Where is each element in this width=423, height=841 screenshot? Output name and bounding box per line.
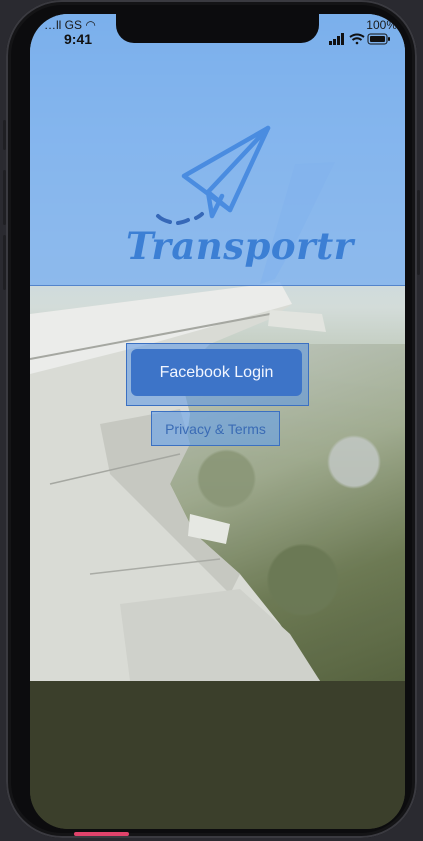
app-screen: …ll GS ◠ 9:41 100% Transportr Facebook L… [30, 14, 405, 829]
power-button [417, 190, 420, 275]
mute-switch [3, 120, 6, 150]
status-battery-percent: 100% [366, 18, 397, 32]
home-indicator [74, 832, 129, 836]
cellular-signal-icon [329, 33, 344, 45]
battery-icon [367, 33, 390, 45]
wifi-icon [349, 33, 365, 45]
device-frame: …ll GS ◠ 9:41 100% Transportr Facebook L… [3, 0, 420, 838]
brand-name: Transportr [126, 224, 354, 268]
facebook-login-button[interactable]: Facebook Login [131, 349, 302, 396]
device-notch [116, 14, 319, 43]
status-carrier: …ll GS ◠ [44, 18, 96, 32]
status-icons [329, 32, 391, 50]
paper-plane-icon [156, 125, 271, 225]
bottom-panel [30, 681, 405, 829]
volume-up-button [3, 170, 6, 225]
privacy-terms-button[interactable]: Privacy & Terms [151, 411, 280, 446]
volume-down-button [3, 235, 6, 290]
status-time: 9:41 [64, 31, 93, 47]
